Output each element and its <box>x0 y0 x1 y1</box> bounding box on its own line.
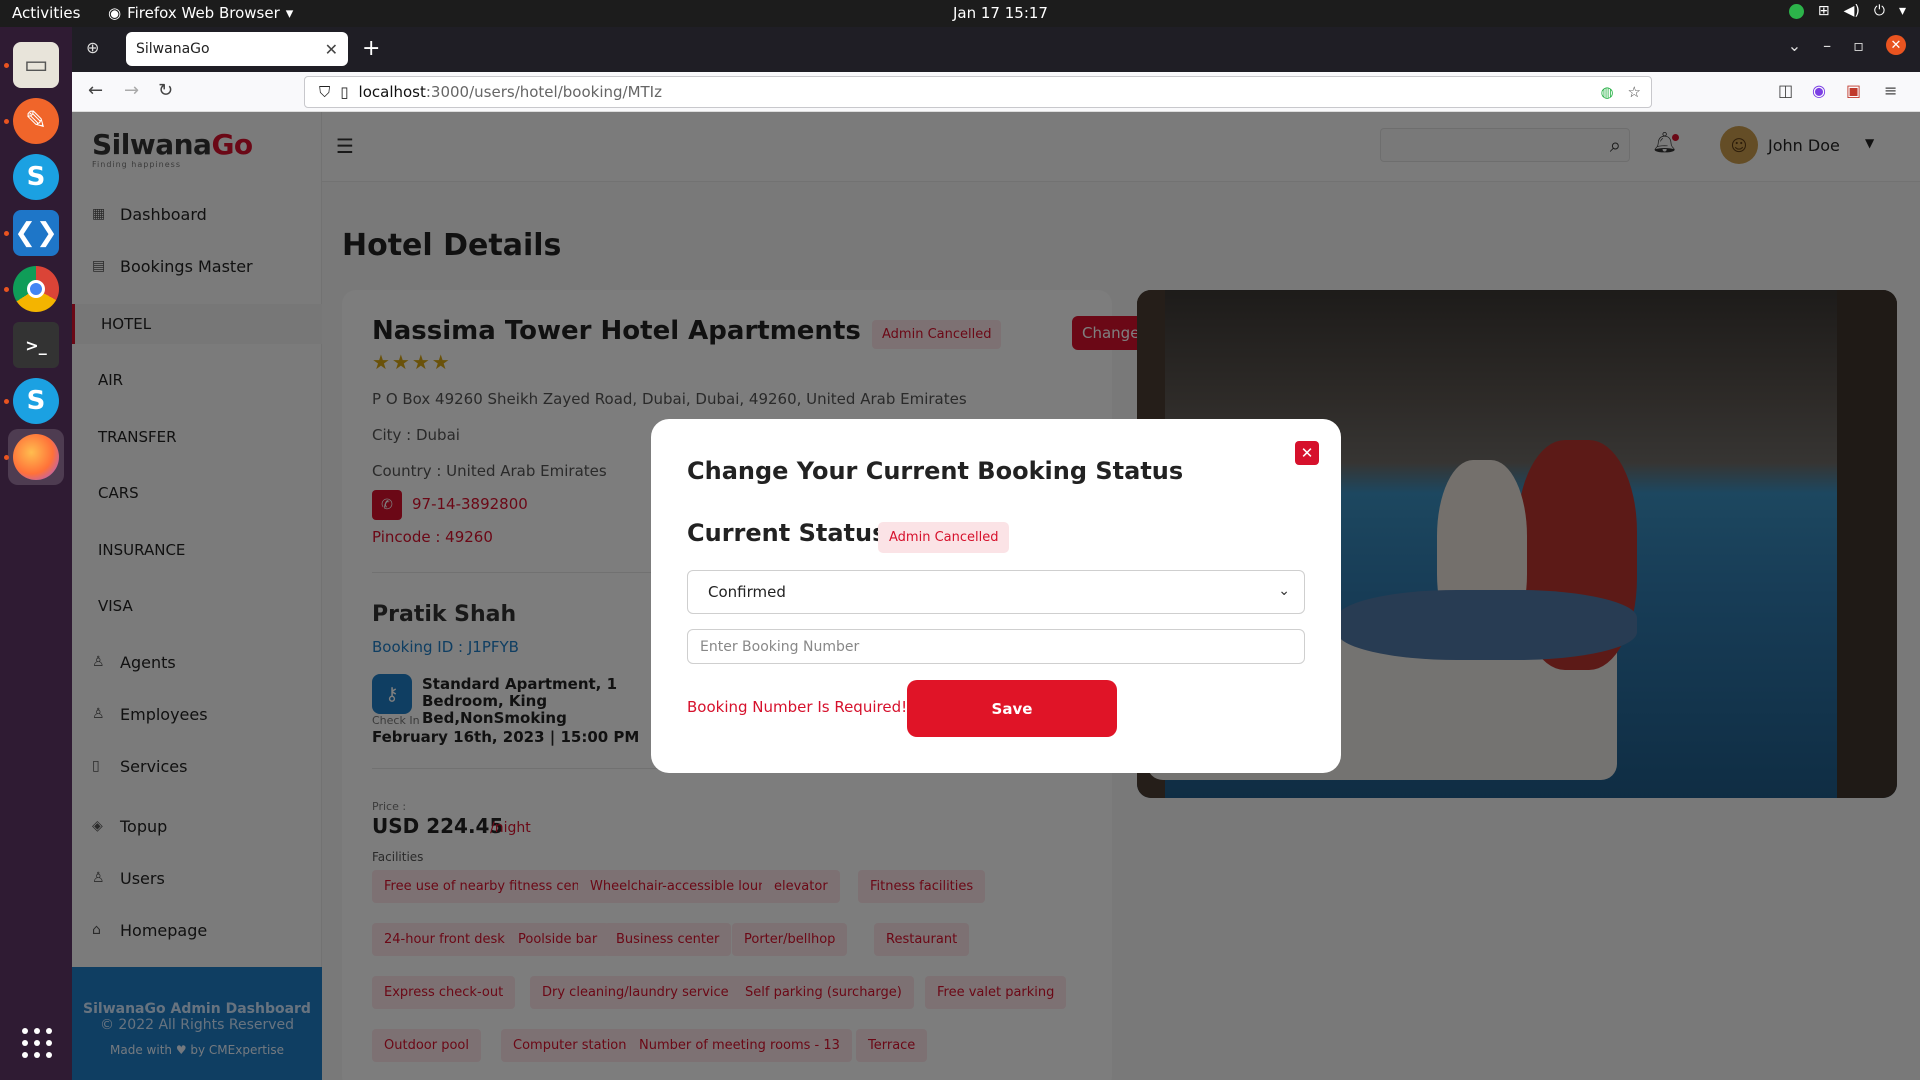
pocket-icon[interactable]: ◫ <box>1778 81 1793 100</box>
show-apps-icon[interactable] <box>22 1028 52 1058</box>
activities-button[interactable]: Activities <box>12 4 80 22</box>
app-menu[interactable]: ◉ Firefox Web Browser ▾ <box>108 4 293 22</box>
close-window-icon[interactable]: ✕ <box>1886 35 1906 55</box>
shield-icon[interactable]: ⛉ <box>319 83 330 101</box>
dock-skype[interactable]: S <box>8 149 64 205</box>
terminal-icon: >_ <box>13 322 59 368</box>
close-icon[interactable]: ✕ <box>325 40 338 59</box>
skype-icon: S <box>13 378 59 424</box>
skype-icon: S <box>13 154 59 200</box>
tab-silwanago[interactable]: SilwanaGo ✕ <box>126 32 348 66</box>
bookmark-star-icon[interactable]: ☆ <box>1628 83 1641 101</box>
system-tray[interactable]: ⊞ ◀) ⏻ ▾ <box>1788 3 1906 19</box>
running-indicator <box>4 399 9 404</box>
chevron-down-icon: ▾ <box>285 4 294 22</box>
power-icon[interactable]: ⏻ <box>1874 3 1885 19</box>
url-bar[interactable]: ⛉ ▯ localhost:3000/users/hotel/booking/M… <box>304 76 1652 108</box>
running-indicator <box>4 455 9 460</box>
vscode-icon: ❮❯ <box>13 210 59 256</box>
window-controls: ⌄ – ▫ ✕ <box>1788 35 1906 55</box>
extension-icon[interactable]: ◍ <box>1600 83 1613 101</box>
chevron-down-icon[interactable]: ▾ <box>1899 3 1906 19</box>
save-button[interactable]: Save <box>907 680 1117 737</box>
files-icon: ▭ <box>13 42 59 88</box>
extension-icon[interactable]: ◉ <box>1812 81 1826 100</box>
firefox-icon: ◉ <box>108 4 122 22</box>
dock-vscode[interactable]: ❮❯ <box>8 205 64 261</box>
maximize-icon[interactable]: ▫ <box>1853 36 1864 55</box>
tab-title: SilwanaGo <box>136 41 210 57</box>
network-icon[interactable]: ⊞ <box>1818 3 1830 19</box>
dock-chrome[interactable] <box>8 261 64 317</box>
browser-nav-bar: ← → ↻ ⛉ ▯ localhost:3000/users/hotel/boo… <box>72 72 1920 112</box>
dock-skype-2[interactable]: S <box>8 373 64 429</box>
running-indicator <box>4 119 9 124</box>
url-path: :3000/users/hotel/booking/MTIz <box>425 83 662 101</box>
dock-inkscape[interactable]: ✎ <box>8 93 64 149</box>
menu-icon[interactable]: ≡ <box>1884 81 1897 100</box>
update-status-icon[interactable] <box>1788 3 1804 19</box>
chevron-down-icon: ⌄ <box>1278 583 1290 599</box>
chrome-icon <box>13 266 59 312</box>
close-icon[interactable]: ✕ <box>1295 441 1319 465</box>
back-icon[interactable]: ← <box>88 80 103 101</box>
status-select[interactable]: Confirmed ⌄ <box>687 570 1305 614</box>
addon-icon[interactable]: ▣ <box>1846 81 1861 100</box>
clock[interactable]: Jan 17 15:17 <box>953 4 1048 22</box>
pen-icon: ✎ <box>13 98 59 144</box>
browser-tab-bar: ⊕ SilwanaGo ✕ + ⌄ – ▫ ✕ <box>72 27 1920 72</box>
running-indicator <box>4 231 9 236</box>
minimize-icon[interactable]: – <box>1823 36 1831 55</box>
running-indicator <box>4 63 9 68</box>
current-status-label: Current Status : <box>687 519 905 547</box>
volume-icon[interactable]: ◀) <box>1844 3 1860 19</box>
dock-terminal[interactable]: >_ <box>8 317 64 373</box>
current-status-badge: Admin Cancelled <box>878 522 1010 553</box>
tab-list-icon[interactable]: ⌄ <box>1788 36 1801 55</box>
running-indicator <box>4 287 9 292</box>
new-tab-button[interactable]: + <box>362 36 380 61</box>
system-top-bar: Activities ◉ Firefox Web Browser ▾ Jan 1… <box>0 0 1920 27</box>
globe-icon[interactable]: ⊕ <box>86 38 99 57</box>
booking-number-input[interactable] <box>687 629 1305 664</box>
app-menu-label: Firefox Web Browser <box>127 4 280 22</box>
url-host: localhost <box>358 83 426 101</box>
dock-files[interactable]: ▭ <box>8 37 64 93</box>
status-select-value: Confirmed <box>708 583 786 601</box>
change-status-modal: ✕ Change Your Current Booking Status Cur… <box>651 419 1341 773</box>
forward-icon[interactable]: → <box>124 80 139 101</box>
firefox-icon <box>13 434 59 480</box>
validation-error: Booking Number Is Required! <box>687 698 908 716</box>
modal-title: Change Your Current Booking Status <box>687 457 1184 485</box>
reload-icon[interactable]: ↻ <box>158 80 173 101</box>
dock-firefox[interactable] <box>8 429 64 485</box>
dock: ▭ ✎ S ❮❯ >_ S <box>0 27 72 1080</box>
page-icon[interactable]: ▯ <box>340 83 348 101</box>
